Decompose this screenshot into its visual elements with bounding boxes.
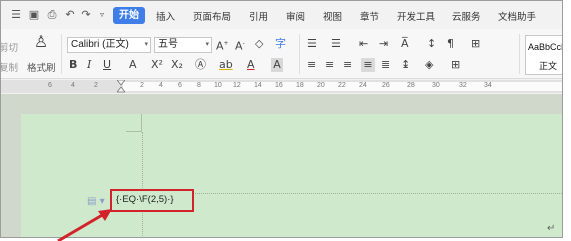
increase-indent-icon[interactable]: ⇥ [379, 37, 388, 51]
cut-button[interactable]: 剪切 [1, 40, 18, 54]
style-sample: AaBbCcDd [528, 42, 562, 52]
clear-format-icon[interactable]: ◇ [255, 37, 263, 51]
ruler-tick: 2 [94, 82, 98, 89]
ruler-tick: 26 [382, 82, 390, 89]
subscript-icon[interactable]: X₂ [171, 58, 183, 72]
font-size-value: 五号 [158, 39, 178, 50]
ruler-tick: 14 [254, 82, 262, 89]
show-marks-icon[interactable]: ¶ [447, 37, 454, 51]
decrease-indent-icon[interactable]: ⇤ [359, 37, 368, 51]
ruler-tick: 6 [178, 82, 182, 89]
format-painter-button[interactable]: 格式刷 [27, 60, 56, 74]
ruler-tick: 30 [432, 82, 440, 89]
text-effect-icon[interactable]: Ⓐ [195, 58, 206, 72]
distributed-align-icon[interactable]: ≣ [381, 58, 390, 72]
style-gallery[interactable]: AaBbCcDd 正文 [525, 35, 562, 75]
ruler-tick: 4 [159, 82, 163, 89]
align-center-icon[interactable]: ≡ [325, 58, 334, 72]
strikethrough-icon[interactable]: A [129, 58, 137, 72]
tab-doc-assistant[interactable]: 文档助手 [498, 9, 536, 23]
tab-review[interactable]: 审阅 [286, 9, 305, 23]
style-name: 正文 [539, 62, 558, 72]
document-page[interactable]: ▤ ▾ [21, 114, 562, 237]
document-canvas: ▤ ▾ [1, 94, 562, 237]
numbered-list-icon[interactable]: ☰ [331, 37, 341, 51]
chevron-down-icon: ▾ [144, 41, 148, 48]
ruler-tick: 24 [359, 82, 367, 89]
print-icon[interactable]: ⎙ [45, 8, 59, 22]
redo-icon[interactable]: ↷ [79, 8, 93, 22]
underline-icon[interactable]: U [103, 58, 111, 72]
ruler-tick: 22 [338, 82, 346, 89]
table-border-icon[interactable]: ⊞ [471, 37, 480, 51]
paragraph-mark: ↵ [547, 223, 556, 234]
font-name-value: Calibri (正文) [71, 39, 129, 50]
save-icon[interactable]: ▣ [27, 8, 41, 22]
tab-page-layout[interactable]: 页面布局 [193, 9, 231, 23]
ruler-tick: 10 [214, 82, 222, 89]
text-boundary-vertical [142, 132, 143, 237]
ruler-tick: 6 [48, 82, 52, 89]
indent-marker-icon[interactable] [117, 80, 125, 93]
paragraph-shading-icon[interactable]: ◈ [425, 58, 433, 72]
shrink-font-icon[interactable]: A- [235, 37, 245, 54]
chevron-down-icon: ▾ [205, 41, 209, 48]
justify-icon[interactable]: ≡ [361, 58, 375, 72]
tab-cloud-service[interactable]: 云服务 [452, 9, 481, 23]
font-size-select[interactable]: 五号 ▾ [154, 37, 212, 53]
ruler-tick: 28 [407, 82, 415, 89]
font-color-icon[interactable]: A [247, 58, 255, 72]
menu-icon[interactable]: ☰ [9, 8, 23, 22]
grow-font-icon[interactable]: A+ [216, 37, 229, 54]
tab-start[interactable]: 开始 [113, 7, 145, 24]
word-processor-window: ☰ ▣ ⎙ ↶ ↷ ▿ 开始 插入 页面布局 引用 审阅 视图 章节 开发工具 … [0, 0, 563, 238]
ruler-tick: 4 [71, 82, 75, 89]
phonetic-guide-icon[interactable]: 字 [275, 37, 286, 51]
ruler-tick: 34 [484, 82, 492, 89]
ribbon-separator [519, 34, 520, 74]
ruler-tick: 18 [296, 82, 304, 89]
paragraph-layout-icon[interactable]: ▤ ▾ [87, 196, 105, 207]
margin-corner-mark [126, 114, 142, 132]
text-boundary-horizontal [142, 193, 562, 194]
tab-developer[interactable]: 开发工具 [397, 9, 435, 23]
font-name-select[interactable]: Calibri (正文) ▾ [67, 37, 151, 53]
ruler-tick: 2 [140, 82, 144, 89]
ruler-tick: 20 [317, 82, 325, 89]
tab-insert[interactable]: 插入 [156, 9, 175, 23]
align-right-icon[interactable]: ≡ [343, 58, 352, 72]
bullet-list-icon[interactable]: ☰ [307, 37, 317, 51]
ruler-tick: 8 [197, 82, 201, 89]
copy-button[interactable]: 复制 [1, 60, 18, 74]
field-code-text[interactable]: {·EQ·\F(2,5)·} [116, 194, 174, 205]
ribbon-separator [61, 34, 62, 74]
ruler-tick: 16 [275, 82, 283, 89]
ruler-tick: 12 [233, 82, 241, 89]
sort-icon[interactable]: ↕ [427, 37, 436, 51]
bold-icon[interactable]: B [69, 58, 77, 72]
field-code-highlight: {·EQ·\F(2,5)·} [110, 189, 194, 212]
ruler-tick: 32 [459, 82, 467, 89]
customize-dropdown-icon[interactable]: ▿ [95, 8, 109, 22]
borders-icon[interactable]: ⊞ [451, 58, 460, 72]
highlight-color-icon[interactable]: ab [219, 58, 233, 72]
ribbon-separator [299, 34, 300, 74]
align-left-icon[interactable]: ≡ [307, 58, 316, 72]
tab-chapter[interactable]: 章节 [360, 9, 379, 23]
change-case-icon[interactable]: A̅ [401, 37, 409, 51]
superscript-icon[interactable]: X² [151, 58, 163, 72]
italic-icon[interactable]: I [87, 58, 91, 72]
character-shading-icon[interactable]: A [271, 58, 283, 72]
tab-references[interactable]: 引用 [249, 9, 268, 23]
ribbon: 剪切 复制 ♙ 格式刷 Calibri (正文) ▾ 五号 ▾ A+ A- ◇ … [1, 29, 562, 79]
undo-icon[interactable]: ↶ [63, 8, 77, 22]
tab-bar: ☰ ▣ ⎙ ↶ ↷ ▿ 开始 插入 页面布局 引用 审阅 视图 章节 开发工具 … [1, 1, 562, 29]
line-spacing-icon[interactable]: ↨ [401, 58, 410, 72]
tab-view[interactable]: 视图 [323, 9, 342, 23]
horizontal-ruler[interactable]: 6 4 2 2 4 6 8 10 12 14 16 18 20 22 24 26… [1, 80, 562, 93]
format-painter-icon[interactable]: ♙ [33, 34, 49, 50]
